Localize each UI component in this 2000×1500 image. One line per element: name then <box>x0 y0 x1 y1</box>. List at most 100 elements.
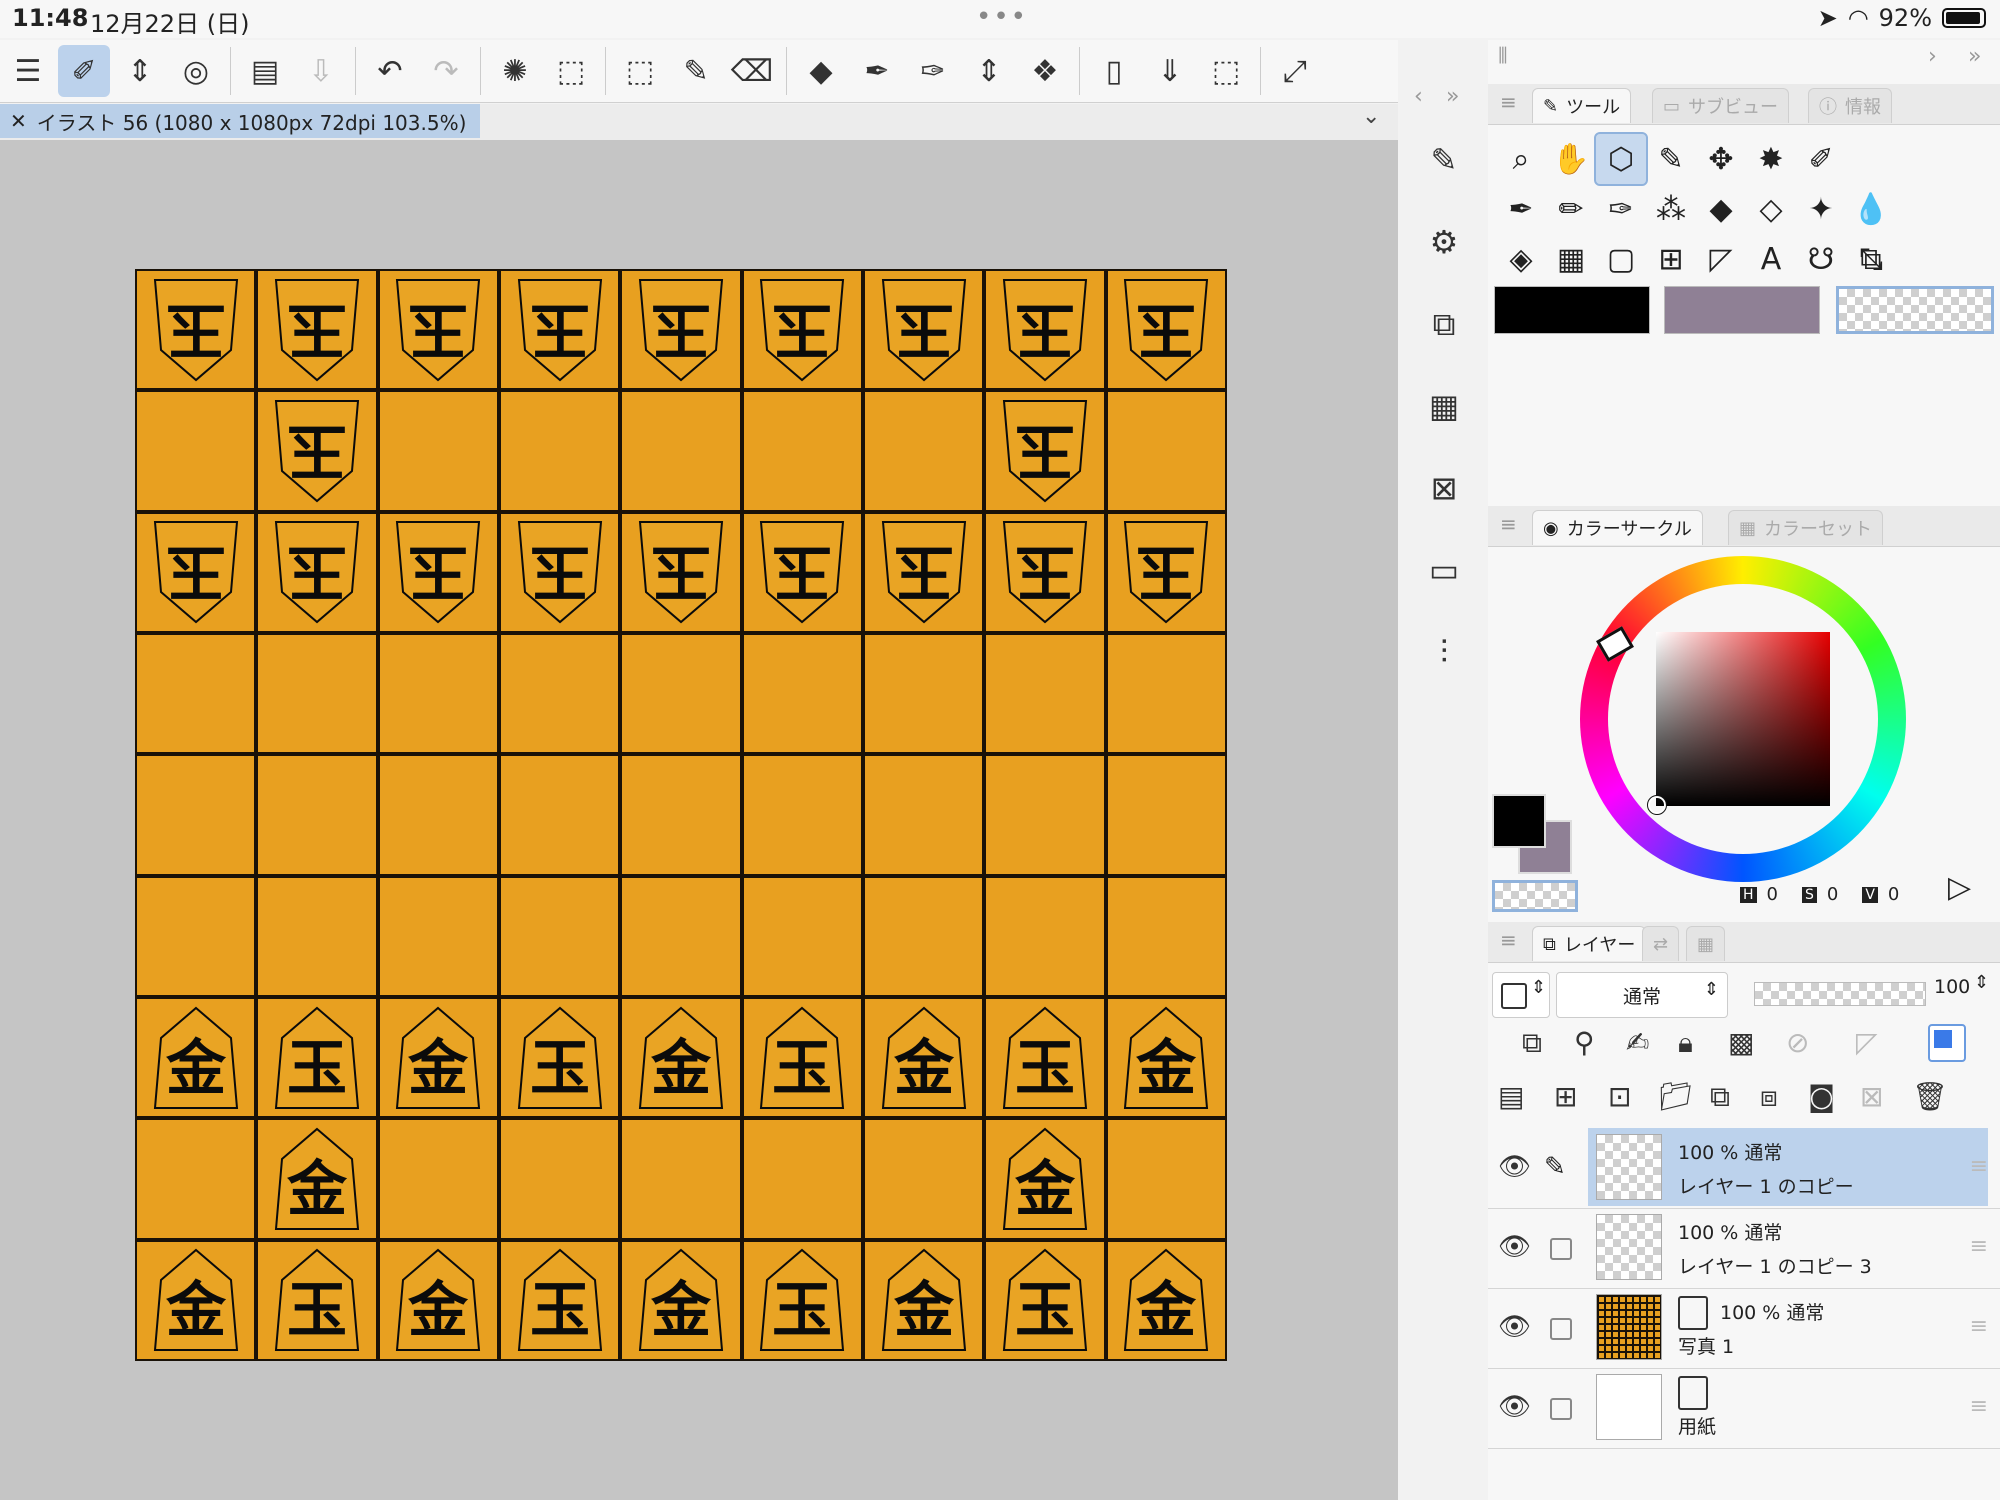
adjust-icon[interactable]: ⫶ <box>1422 630 1466 674</box>
rect-select-icon[interactable]: ⬚ <box>614 45 666 97</box>
save-icon[interactable]: ⇩ <box>295 45 347 97</box>
pen-tool-icon[interactable]: ✒ <box>1496 184 1546 234</box>
main-color-chip[interactable] <box>1492 794 1546 848</box>
clip-layer-icon[interactable]: ⧉ <box>1522 1026 1542 1060</box>
layer-checkbox[interactable] <box>1550 1238 1572 1260</box>
blend-tool-icon[interactable]: 💧 <box>1846 184 1896 234</box>
fullscreen-icon[interactable]: ⤢ <box>1269 45 1321 97</box>
play-icon[interactable]: ▷ <box>1948 870 1971 905</box>
transfer-down-icon[interactable]: ⧉ <box>1710 1080 1730 1114</box>
export-png-icon[interactable]: ▤ <box>239 45 291 97</box>
eyedropper-tool-icon[interactable]: ✐ <box>1796 134 1846 184</box>
drag-handle-icon[interactable]: ≡ <box>1970 1234 1988 1259</box>
shogi-board-canvas[interactable]: 玉玉玉玉玉玉玉玉玉玉玉玉玉玉玉玉玉玉玉玉金玉金玉金玉金玉金金金金玉金玉金玉金玉金 <box>135 269 1227 1361</box>
undo-icon[interactable]: ↶ <box>364 45 416 97</box>
zoom-tool-icon[interactable]: ⌕ <box>1496 134 1546 184</box>
multitask-dots[interactable]: ••• <box>976 2 1028 32</box>
stepper-icon[interactable]: ⇕ <box>1974 972 1989 993</box>
panel-menu-icon[interactable]: ≡ <box>1500 512 1517 536</box>
tab-layer[interactable]: ⧉ レイヤー <box>1532 926 1647 961</box>
crop-icon[interactable]: ⬚ <box>1200 45 1252 97</box>
eraser-tool-icon[interactable]: ◇ <box>1746 184 1796 234</box>
edit-pen-icon[interactable]: ✎ <box>1544 1152 1566 1182</box>
layer-row[interactable]: 👁︎ 100 % 通常 レイヤー 1 のコピー 3 ≡ <box>1488 1208 2000 1289</box>
reference-layer-icon[interactable]: ⚲ <box>1574 1026 1595 1059</box>
sub-color-swatch[interactable] <box>1664 286 1820 334</box>
layer-color-icon[interactable] <box>1928 1024 1966 1062</box>
pen2-icon[interactable]: ✑ <box>907 45 959 97</box>
opacity-slider[interactable] <box>1754 982 1926 1006</box>
layer-row[interactable]: 👁︎ ✎ 100 % 通常 レイヤー 1 のコピー ≡ <box>1488 1128 2000 1209</box>
tab-layer-search[interactable]: ⇄ <box>1642 926 1680 961</box>
frame-tool-icon[interactable]: ⊞ <box>1646 234 1696 284</box>
layer-property-icon[interactable]: ⧉ <box>1422 302 1466 346</box>
layer-row[interactable]: 👁︎ 用紙 ≡ <box>1488 1368 2000 1449</box>
draft-layer-icon[interactable]: ✍ <box>1626 1026 1649 1059</box>
updown-icon[interactable]: ⇕ <box>114 45 166 97</box>
new-folder-icon[interactable]: 📁︎ <box>1658 1080 1694 1113</box>
drag-handle-icon[interactable]: ≡ <box>1970 1314 1988 1339</box>
eye-icon[interactable]: 👁︎ <box>1498 1232 1531 1262</box>
mask-icon[interactable]: ◙ <box>1808 1080 1835 1113</box>
drag-handle-icon[interactable]: ≡ <box>1970 1394 1988 1419</box>
fill-tool-icon[interactable]: ◈ <box>1496 234 1546 284</box>
collapse-left-icon[interactable]: ‹ <box>1414 84 1423 109</box>
import-icon[interactable]: ⇓ <box>1144 45 1196 97</box>
tab-subview[interactable]: ▭ サブビュー <box>1652 88 1790 123</box>
auto-select-tool-icon[interactable]: ✸ <box>1746 134 1796 184</box>
navigator-icon[interactable]: ▭ <box>1422 548 1466 592</box>
device-icon[interactable]: ▯ <box>1088 45 1140 97</box>
select-pen-icon[interactable]: ✎ <box>670 45 722 97</box>
pencil-tool-icon[interactable]: ✏ <box>1546 184 1596 234</box>
transparent-color-swatch[interactable] <box>1836 286 1994 334</box>
eye-icon[interactable]: 👁︎ <box>1498 1392 1531 1422</box>
blend-mode-select[interactable]: 通常 ⇕ <box>1556 972 1728 1018</box>
chevron-right-icon[interactable]: › <box>1928 44 1937 69</box>
sparkle-tool-icon[interactable]: ✦ <box>1796 184 1846 234</box>
saturation-value-square[interactable] <box>1656 632 1830 806</box>
tab-color-wheel[interactable]: ◉ カラーサークル <box>1532 510 1703 545</box>
decoration-tool-icon[interactable]: ◆ <box>1696 184 1746 234</box>
transform-icon[interactable]: ⬚ <box>545 45 597 97</box>
fill-icon[interactable]: ❖ <box>1019 45 1071 97</box>
lock-icon[interactable]: 🔒︎ <box>1678 1026 1693 1060</box>
clipstudio-icon[interactable]: ◎ <box>170 45 222 97</box>
layer-color-select[interactable]: ⇕ <box>1492 972 1550 1018</box>
select-pen-tool-icon[interactable]: ✎ <box>1646 134 1696 184</box>
balloon-tool-icon[interactable]: ☋ <box>1796 234 1846 284</box>
airbrush-tool-icon[interactable]: ⁂ <box>1646 184 1696 234</box>
chevron-down-icon[interactable]: ⌄ <box>1362 104 1380 129</box>
eye-icon[interactable]: 👁︎ <box>1498 1312 1531 1342</box>
document-tab[interactable]: ✕ イラスト 56 (1080 x 1080px 72dpi 103.5%) <box>0 104 481 138</box>
sliders-icon[interactable]: ⚙ <box>1422 220 1466 264</box>
figure-tool-icon[interactable]: ▢ <box>1596 234 1646 284</box>
eye-icon[interactable]: 👁︎ <box>1498 1152 1531 1182</box>
edit-mode-icon[interactable]: ✐ <box>58 45 110 97</box>
tab-animation[interactable]: ▦ <box>1686 926 1726 961</box>
timeline-icon[interactable]: ▦ <box>1422 384 1466 428</box>
mask-off-icon[interactable]: ⊘ <box>1786 1026 1809 1059</box>
close-file-icon[interactable]: ⊠ <box>1422 466 1466 510</box>
pen-icon[interactable]: ✒ <box>851 45 903 97</box>
gradient-tool-icon[interactable]: ▦ <box>1546 234 1596 284</box>
brush-settings-icon[interactable]: ✎ <box>1422 138 1466 182</box>
lock-transparent-icon[interactable]: ▩ <box>1728 1026 1754 1059</box>
move-tool-icon[interactable]: ✥ <box>1696 134 1746 184</box>
drag-handle-icon[interactable]: ≡ <box>1970 1154 1988 1179</box>
redo-icon[interactable]: ↷ <box>420 45 472 97</box>
ruler-tool-icon[interactable]: ◸ <box>1696 234 1746 284</box>
operation-tool-icon[interactable]: ⬡ <box>1594 132 1648 186</box>
hand-tool-icon[interactable]: ✋ <box>1546 134 1596 184</box>
layer-checkbox[interactable] <box>1550 1318 1572 1340</box>
text-tool-icon[interactable]: A <box>1746 234 1796 284</box>
main-color-swatch[interactable] <box>1494 286 1650 334</box>
layer-row[interactable]: 👁︎ 100 % 通常 写真 1 ≡ <box>1488 1288 2000 1369</box>
transparent-chip[interactable] <box>1492 880 1578 912</box>
stepper-icon[interactable]: ⇕ <box>963 45 1015 97</box>
panel-menu-icon[interactable]: ≡ <box>1500 928 1517 952</box>
ruler-off-icon[interactable]: ◸ <box>1856 1026 1878 1059</box>
layer-checkbox[interactable] <box>1550 1398 1572 1420</box>
new-raster-layer-icon[interactable]: ⊞ <box>1554 1080 1577 1113</box>
tab-tool[interactable]: ✎ ツール <box>1532 88 1632 123</box>
panel-menu-icon[interactable]: ≡ <box>1500 90 1517 114</box>
